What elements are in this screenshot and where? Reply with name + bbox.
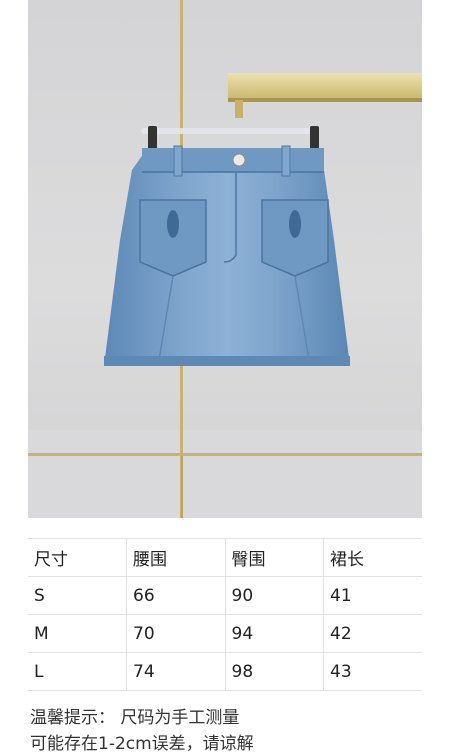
measurement-note-line2: 可能存在1-2cm误差，请谅解 xyxy=(30,734,254,754)
length-cell: 41 xyxy=(323,576,422,615)
table-row: M 70 94 42 xyxy=(28,614,422,653)
denim-skirt-illustration xyxy=(28,0,422,518)
length-cell: 43 xyxy=(323,652,422,691)
size-table: 尺寸 腰围 臀围 裙长 S 66 90 41 M 70 94 42 L 74 9… xyxy=(28,538,422,691)
size-cell: S xyxy=(28,576,127,615)
measurement-note-line1: 温馨提示： 尺码为手工测量 xyxy=(30,708,240,728)
header-waist: 腰围 xyxy=(126,538,226,577)
size-table-header-row: 尺寸 腰围 臀围 裙长 xyxy=(28,538,422,577)
header-size: 尺寸 xyxy=(28,538,127,577)
size-cell: L xyxy=(28,652,127,691)
hip-cell: 98 xyxy=(225,652,324,691)
table-row: L 74 98 43 xyxy=(28,652,422,691)
size-chart: 尺寸 腰围 臀围 裙长 S 66 90 41 M 70 94 42 L 74 9… xyxy=(28,538,422,691)
hip-cell: 94 xyxy=(225,614,324,653)
waist-cell: 74 xyxy=(126,652,226,691)
header-hip: 臀围 xyxy=(225,538,324,577)
table-row: S 66 90 41 xyxy=(28,576,422,615)
product-photo xyxy=(28,0,422,518)
length-cell: 42 xyxy=(323,614,422,653)
hip-cell: 90 xyxy=(225,576,324,615)
waist-cell: 70 xyxy=(126,614,226,653)
size-cell: M xyxy=(28,614,127,653)
header-length: 裙长 xyxy=(323,538,422,577)
waist-cell: 66 xyxy=(126,576,226,615)
